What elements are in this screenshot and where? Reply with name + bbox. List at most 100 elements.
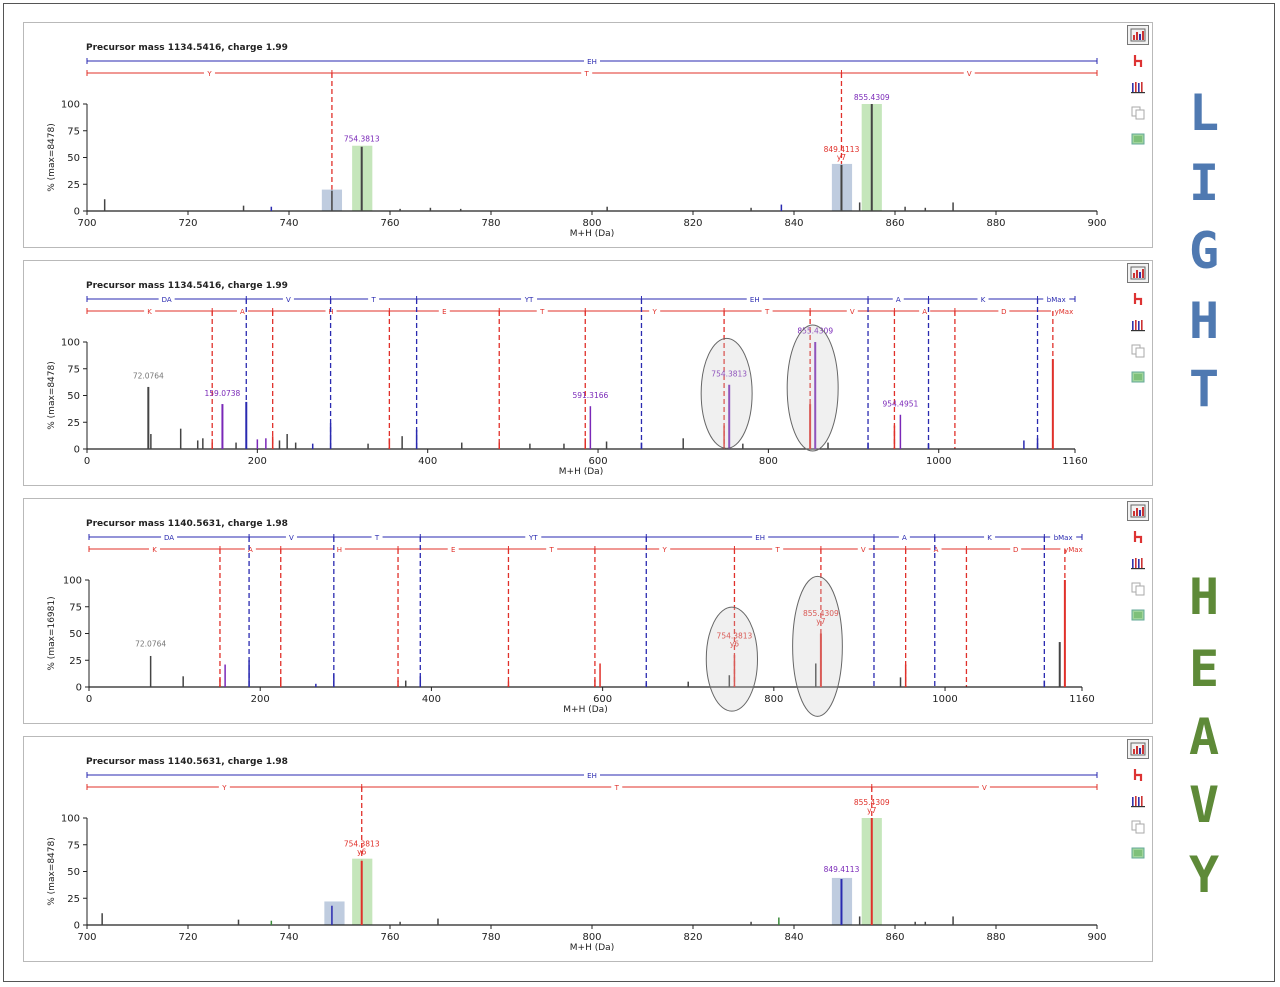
y-series-segment-label: yMax [1064, 546, 1083, 554]
x-axis-label: M+H (Da) [570, 229, 614, 239]
copy-icon[interactable] [1127, 817, 1149, 837]
copy-icon[interactable] [1127, 103, 1149, 123]
x-tick-label: 1000 [926, 456, 951, 467]
peak-label: 855.4309 [854, 93, 890, 102]
spectrum-view-icon[interactable] [1127, 263, 1149, 283]
y-series-segment-label: yMax [1055, 308, 1074, 316]
y-series-segment-label: T [539, 308, 545, 316]
peak-label: 954.4951 [882, 399, 918, 408]
export-image-icon[interactable] [1127, 843, 1149, 863]
y-tick-label: 50 [69, 629, 82, 640]
fragment-tree-icon[interactable] [1127, 765, 1149, 785]
x-tick-label: 760 [380, 932, 399, 943]
x-tick-label: 200 [251, 694, 270, 705]
x-tick-label: 820 [683, 218, 702, 229]
y-series-segment-label: H [337, 546, 342, 554]
spectrum-chart-1: Precursor mass 1134.5416, charge 1.99 EH Y… [47, 43, 1107, 239]
light-letter-5: T [1188, 360, 1220, 418]
x-tick-label: 720 [178, 218, 197, 229]
heavy-letter-4: V [1188, 776, 1220, 834]
x-tick-label: 880 [986, 218, 1005, 229]
y-tick-label: 50 [67, 153, 80, 164]
ion-series-icon[interactable] [1127, 791, 1149, 811]
y-series-segment-label: T [549, 546, 555, 554]
export-image-icon[interactable] [1127, 129, 1149, 149]
y-axis-label: % (max=8478) [47, 837, 57, 906]
ion-series-icon[interactable] [1127, 315, 1149, 335]
b-series-segment-label: T [374, 534, 380, 542]
x-tick-label: 800 [759, 456, 778, 467]
spectrum-view-icon[interactable] [1127, 501, 1149, 521]
x-tick-label: 0 [84, 456, 90, 467]
y-series-segment-label: V [861, 546, 866, 554]
peak-label: 72.0764 [133, 372, 164, 381]
ion-series-icon[interactable] [1127, 77, 1149, 97]
x-axis-label: M+H (Da) [559, 467, 603, 477]
peak-label: 849.4113 [824, 865, 860, 874]
b-series-segment-label: A [896, 296, 901, 304]
highlight-box [324, 901, 345, 925]
copy-icon[interactable] [1127, 341, 1149, 361]
highlight-ellipse [705, 606, 758, 712]
highlight-ellipse [700, 337, 753, 449]
x-tick-label: 1000 [932, 694, 957, 705]
copy-icon[interactable] [1127, 579, 1149, 599]
y-tick-label: 25 [69, 656, 82, 667]
x-tick-label: 800 [764, 694, 783, 705]
x-axis-label: M+H (Da) [570, 943, 614, 953]
peak-ion-label: y7 [837, 153, 846, 162]
highlight-ellipse [792, 575, 843, 717]
chart-title: Precursor mass 1140.5631, charge 1.98 [86, 757, 288, 767]
ion-series-icon[interactable] [1127, 553, 1149, 573]
x-tick-label: 880 [986, 932, 1005, 943]
y-series-segment-label: D [1013, 546, 1018, 554]
y-tick-label: 75 [67, 364, 80, 375]
x-tick-label: 780 [481, 932, 500, 943]
light-letter-3: G [1188, 222, 1220, 280]
y-tick-label: 100 [61, 814, 80, 825]
b-series-segment-label: V [286, 296, 291, 304]
chart-title: Precursor mass 1134.5416, charge 1.99 [86, 281, 288, 291]
peak-label: 591.3166 [572, 391, 608, 400]
y-tick-label: 25 [67, 180, 80, 191]
x-tick-label: 400 [418, 456, 437, 467]
x-tick-label: 900 [1087, 932, 1106, 943]
y-axis-label: % (max=8478) [47, 123, 57, 192]
y-tick-label: 25 [67, 418, 80, 429]
x-tick-label: 760 [380, 218, 399, 229]
export-image-icon[interactable] [1127, 367, 1149, 387]
spectrum-view-icon[interactable] [1127, 739, 1149, 759]
export-image-icon[interactable] [1127, 605, 1149, 625]
y-tick-label: 0 [76, 683, 82, 694]
b-series-segment-label: YT [524, 296, 534, 304]
b-series-segment-label: EH [750, 296, 760, 304]
y-tick-label: 50 [67, 391, 80, 402]
b-series-segment-label: DA [164, 534, 174, 542]
spectrum-panel-2: Precursor mass 1134.5416, charge 1.99 DA V… [23, 260, 1153, 486]
y-tick-label: 50 [67, 867, 80, 878]
b-series-segment-label: T [370, 296, 376, 304]
y-series-segment-label: T [614, 784, 620, 792]
fragment-tree-icon[interactable] [1127, 289, 1149, 309]
y-series-segment-label: E [451, 546, 455, 554]
fragment-tree-icon[interactable] [1127, 51, 1149, 71]
spectrum-view-icon[interactable] [1127, 25, 1149, 45]
heavy-letter-1: H [1188, 568, 1220, 626]
x-tick-label: 800 [582, 218, 601, 229]
y-series-segment-label: K [152, 546, 157, 554]
spectrum-panel-1: Precursor mass 1134.5416, charge 1.99 EH Y… [23, 22, 1153, 248]
chart-title: Precursor mass 1140.5631, charge 1.98 [86, 519, 288, 529]
x-tick-label: 600 [593, 694, 612, 705]
b-series-segment-label: EH [755, 534, 765, 542]
x-tick-label: 780 [481, 218, 500, 229]
y-tick-label: 0 [74, 921, 80, 932]
highlight-ellipse [786, 324, 839, 452]
y-tick-label: 0 [74, 207, 80, 218]
peak-label: 754.3813 [344, 135, 380, 144]
fragment-tree-icon[interactable] [1127, 527, 1149, 547]
y-series-segment-label: T [764, 308, 770, 316]
x-tick-label: 600 [588, 456, 607, 467]
b-series-segment-label: EH [587, 58, 597, 66]
y-axis-label: % (max=16981) [47, 596, 57, 670]
x-tick-label: 820 [683, 932, 702, 943]
